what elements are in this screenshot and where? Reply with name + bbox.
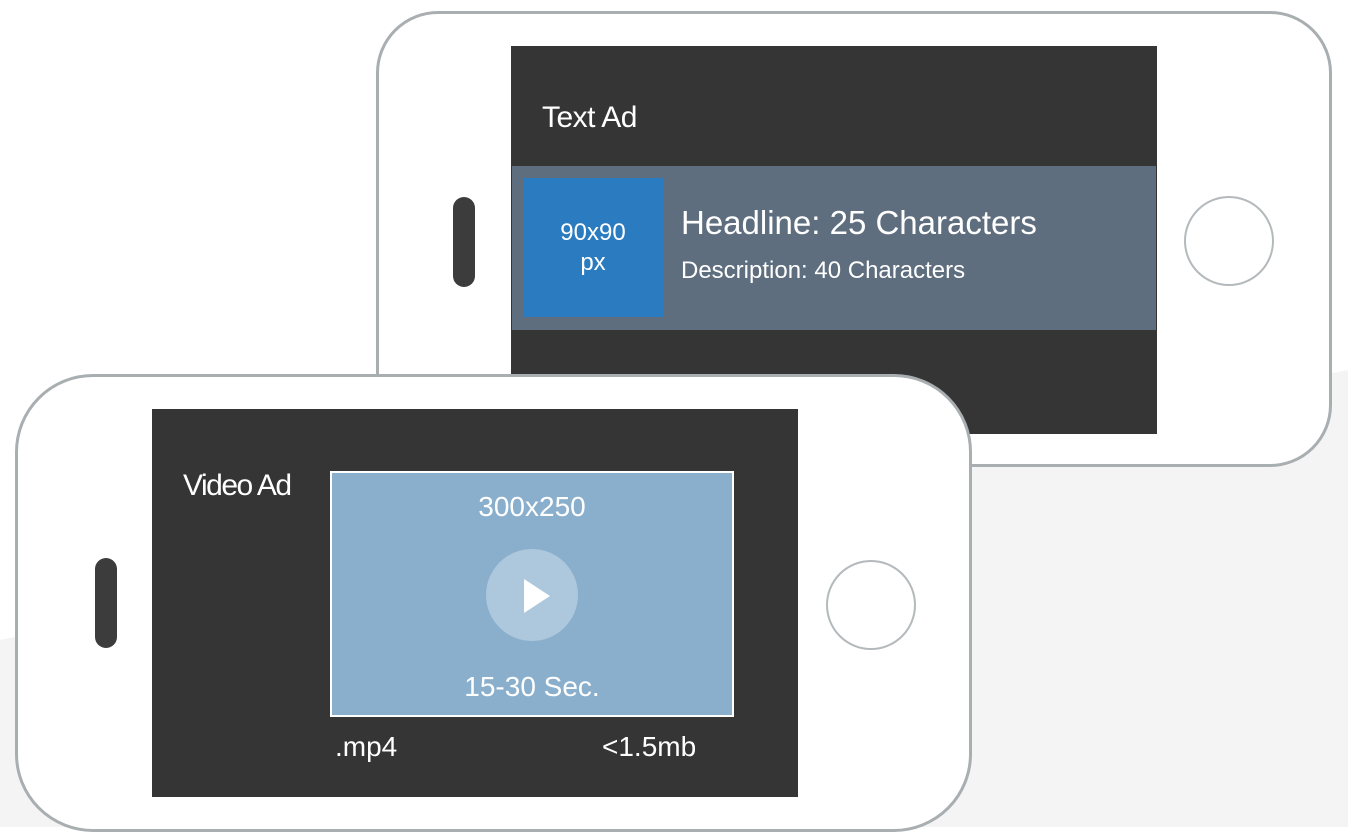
play-icon [524,579,550,613]
video-player[interactable]: 300x250 15-30 Sec. [330,471,734,717]
home-button[interactable] [826,560,916,650]
phone-speaker [453,197,475,287]
text-ad-title: Text Ad [542,101,637,134]
text-ad-thumbnail: 90x90 px [523,178,663,317]
thumbnail-size: 90x90 [560,218,626,246]
video-ad-title: Video Ad [183,469,292,502]
text-ad-description: Description: 40 Characters [681,257,966,284]
text-ad-headline: Headline: 25 Characters [681,204,1037,241]
home-button[interactable] [1184,196,1274,286]
video-duration: 15-30 Sec. [464,671,600,702]
video-ad-screen: Video Ad 300x250 15-30 Sec. .mp4 <1.5mb [152,409,798,797]
text-ad-banner[interactable]: 90x90 px Headline: 25 Characters Descrip… [512,166,1156,330]
video-file-size: <1.5mb [602,731,697,762]
play-button[interactable] [486,549,578,641]
video-dimensions: 300x250 [478,491,586,522]
video-format: .mp4 [335,731,398,762]
thumbnail-unit: px [580,248,606,276]
phone-speaker [95,558,117,648]
video-ad-phone: Video Ad 300x250 15-30 Sec. .mp4 <1.5mb [15,374,972,832]
